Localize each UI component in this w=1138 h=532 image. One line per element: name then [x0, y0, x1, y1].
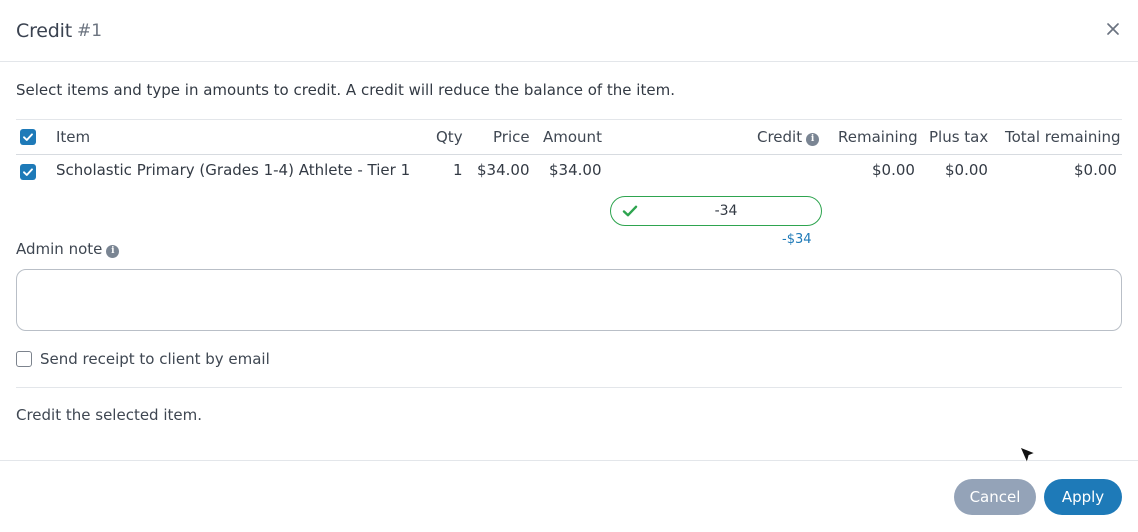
dialog-title-number: #1: [76, 20, 103, 41]
admin-note-label: Admin note i: [16, 240, 120, 258]
row-amount: $34.00: [549, 161, 602, 179]
admin-note-textarea[interactable]: [16, 269, 1122, 331]
credit-items-table: Item Qty Price Amount Credit i Remaining …: [16, 119, 1122, 247]
credit-amount-input[interactable]: [651, 203, 801, 219]
cancel-button[interactable]: Cancel: [954, 479, 1036, 515]
dialog-footer: Cancel Apply: [0, 460, 1138, 532]
header-total-remaining: Total remaining: [1005, 128, 1121, 146]
row-total-remaining: $0.00: [1074, 161, 1117, 179]
header-price: Price: [493, 128, 530, 146]
header-qty: Qty: [436, 128, 463, 146]
mouse-cursor-icon: [1019, 446, 1037, 465]
table-header: Item Qty Price Amount Credit i Remaining …: [16, 119, 1122, 155]
row-checkbox[interactable]: [20, 164, 36, 180]
credit-amount-input-wrapper: [610, 196, 822, 226]
dialog-title: Credit: [16, 19, 72, 42]
header-amount: Amount: [543, 128, 602, 146]
credit-formatted-amount: -$34: [782, 232, 812, 247]
select-all-checkbox[interactable]: [20, 129, 36, 145]
row-qty: 1: [453, 161, 463, 179]
intro-text: Select items and type in amounts to cred…: [16, 81, 675, 99]
send-receipt-label[interactable]: Send receipt to client by email: [40, 350, 270, 368]
header-plus-tax: Plus tax: [929, 128, 989, 146]
row-price: $34.00: [477, 161, 530, 179]
send-receipt-checkbox[interactable]: [16, 351, 32, 367]
apply-button[interactable]: Apply: [1044, 479, 1122, 515]
header-remaining: Remaining: [838, 128, 918, 146]
valid-check-icon: [622, 205, 638, 217]
row-remaining: $0.00: [872, 161, 915, 179]
row-item: Scholastic Primary (Grades 1-4) Athlete …: [56, 161, 411, 179]
section-divider: [16, 387, 1122, 388]
close-icon[interactable]: [1106, 18, 1122, 40]
admin-note-label-text: Admin note: [16, 240, 103, 258]
send-receipt-option[interactable]: Send receipt to client by email: [16, 350, 270, 368]
header-credit-label: Credit: [757, 128, 803, 146]
summary-text: Credit the selected item.: [16, 406, 203, 424]
dialog-header: Credit #1: [0, 0, 1138, 62]
credit-info-icon[interactable]: i: [806, 133, 820, 146]
table-row: Scholastic Primary (Grades 1-4) Athlete …: [16, 155, 1122, 247]
header-credit: Credit i: [757, 128, 820, 146]
row-plus-tax: $0.00: [945, 161, 988, 179]
admin-note-info-icon[interactable]: i: [106, 245, 120, 258]
header-item: Item: [56, 128, 91, 146]
credit-dialog: Credit #1 Select items and type in amoun…: [0, 0, 1138, 532]
